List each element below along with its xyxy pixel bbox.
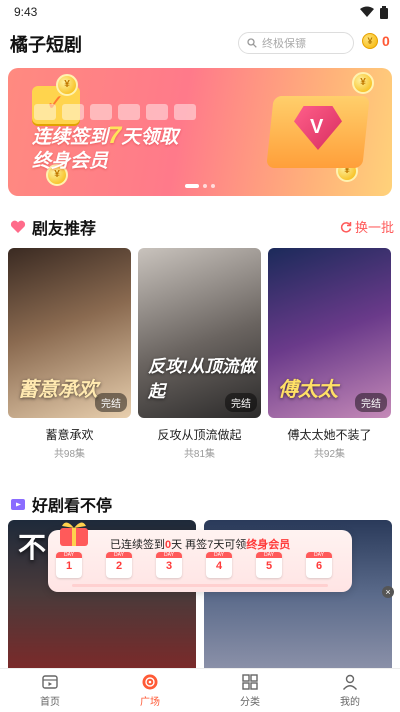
checkin-day[interactable]: DAY 5 (256, 552, 282, 578)
drama-poster: 反攻!从顶流做起 完结 (138, 248, 261, 418)
search-placeholder: 终极保镖 (262, 38, 306, 50)
drama-card[interactable]: 蓄意承欢 完结 蓄意承欢 共98集 (8, 248, 131, 460)
battery-icon (380, 5, 388, 19)
checkin-text-pre: 已连续签到 (110, 539, 165, 551)
status-badge: 完结 (355, 393, 387, 412)
poster-title-art: 傅太太 (278, 379, 338, 401)
feed-title: 好剧看不停 (32, 498, 113, 515)
recommend-title: 剧友推荐 (32, 221, 97, 238)
coin-count: 0 (382, 33, 390, 49)
tab-plaza[interactable]: 广场 (100, 669, 200, 712)
status-badge: 完结 (225, 393, 257, 412)
checkin-reward: 终身会员 (246, 539, 291, 551)
banner-line2: 终身会员 (32, 151, 109, 172)
tab-label: 广场 (140, 697, 160, 708)
checkin-text-mid: 天 再签 (171, 539, 208, 551)
close-icon[interactable]: × (382, 586, 394, 598)
coin-balance[interactable]: ¥ 0 (362, 33, 390, 49)
video-icon (42, 675, 58, 689)
checkin-progress (72, 584, 328, 587)
banner-coin-icon: ¥ (56, 74, 78, 96)
drama-title: 傅太太她不装了 (287, 428, 372, 442)
drama-title: 反攻从顶流做起 (157, 428, 242, 442)
checkin-day[interactable]: DAY 2 (106, 552, 132, 578)
day-number: 3 (165, 560, 173, 572)
tv-icon (11, 499, 25, 510)
tab-label: 首页 (40, 697, 60, 708)
checkin-day[interactable]: DAY 1 (56, 552, 82, 578)
checkin-banner[interactable]: ¥ ¥ ¥ ¥ 连续签到7天领取 终身会员 V (8, 68, 392, 196)
tab-profile[interactable]: 我的 (300, 669, 400, 712)
refresh-button[interactable]: 换一批 (340, 217, 394, 236)
tab-label: 我的 (340, 697, 360, 708)
bottom-tab-bar: 首页 广场 分类 我的 (0, 668, 400, 712)
episode-count: 共98集 (53, 449, 86, 460)
play-circle-icon (142, 674, 158, 690)
checkin-day[interactable]: DAY 3 (156, 552, 182, 578)
feed-section-title: 好剧看不停 (10, 492, 112, 516)
banner-coin-icon: ¥ (352, 72, 374, 94)
recommend-section-title: 剧友推荐 (10, 215, 96, 239)
banner-day-strip (34, 104, 196, 120)
drama-title: 蓄意承欢 (45, 428, 94, 442)
tab-category[interactable]: 分类 (200, 669, 300, 712)
poster-title-art: 蓄意承欢 (18, 379, 98, 401)
checkin-day[interactable]: DAY 6 (306, 552, 332, 578)
status-time: 9:43 (14, 5, 38, 19)
drama-poster: 蓄意承欢 完结 (8, 248, 131, 418)
checkin-days: DAY 1 DAY 2 DAY 3 DAY 4 DAY 5 DAY 6 (56, 552, 332, 578)
drama-poster: 傅太太 完结 (268, 248, 391, 418)
refresh-icon (340, 221, 352, 233)
drama-card[interactable]: 反攻!从顶流做起 完结 反攻从顶流做起 共81集 (138, 248, 261, 460)
day-number: 2 (115, 560, 123, 572)
status-badge: 完结 (95, 393, 127, 412)
drama-card[interactable]: 傅太太 完结 傅太太她不装了 共92集 (268, 248, 391, 460)
coin-icon: ¥ (362, 33, 378, 49)
search-box[interactable]: 终极保镖 (238, 32, 354, 54)
banner-line1-pre: 连续签到 (32, 127, 109, 148)
diamond-letter: V (310, 116, 324, 138)
day-number: 5 (265, 560, 273, 572)
heart-icon (10, 220, 26, 233)
header: 橘子短剧 终极保镖 ¥ 0 (0, 24, 400, 64)
checkin-popup[interactable]: 已连续签到0天 再签7天可领终身会员 DAY 1 DAY 2 DAY 3 DAY 4 D… (48, 522, 352, 592)
checkin-text-post: 天可领 (213, 539, 247, 551)
grid-icon (242, 674, 258, 690)
app-title: 橘子短剧 (10, 35, 82, 55)
checkin-day[interactable]: DAY 4 (206, 552, 232, 578)
banner-line1-post: 天领取 (121, 127, 179, 148)
refresh-label: 换一批 (355, 220, 395, 235)
tab-home[interactable]: 首页 (0, 669, 100, 712)
status-bar: 9:43 (0, 0, 400, 24)
wifi-icon (360, 6, 374, 17)
episode-count: 共92集 (313, 449, 346, 460)
gift-icon (60, 522, 88, 546)
carousel-dots (185, 184, 215, 188)
tab-label: 分类 (240, 697, 260, 708)
episode-count: 共81集 (183, 449, 216, 460)
day-number: 4 (215, 560, 223, 572)
banner-headline: 连续签到7天领取 终身会员 (32, 124, 178, 174)
day-number: 1 (65, 560, 73, 572)
banner-line1-highlight: 7 (108, 122, 122, 149)
checkin-message: 已连续签到0天 再签7天可领终身会员 (110, 536, 290, 552)
status-icons (360, 5, 388, 19)
search-icon (247, 38, 257, 48)
user-icon (342, 674, 358, 690)
day-number: 6 (315, 560, 323, 572)
